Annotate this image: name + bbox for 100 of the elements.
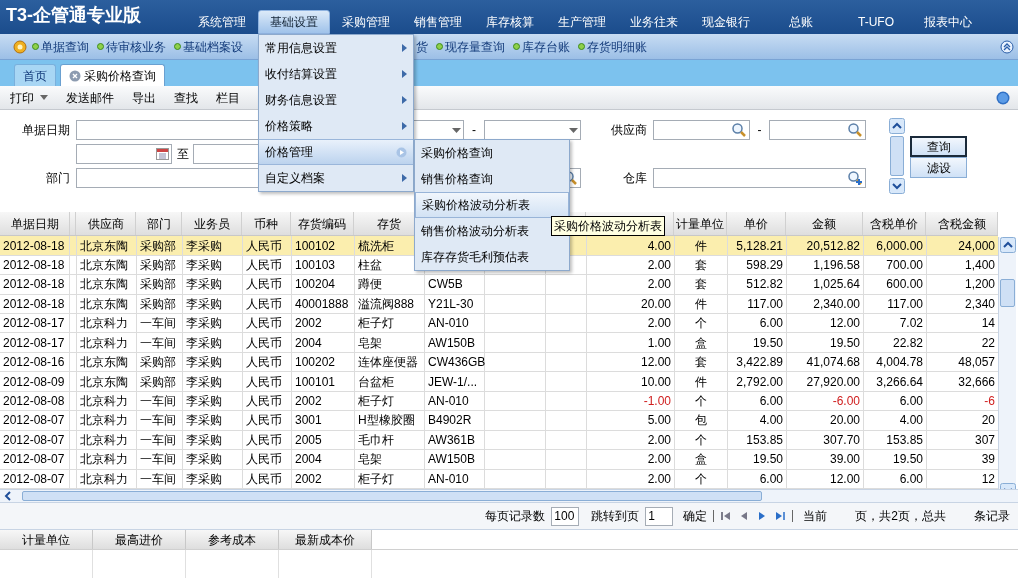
- table-cell-text: 3,422.89: [736, 354, 783, 372]
- table-cell-text: 20: [981, 412, 995, 430]
- table-cell-text: 采购部: [140, 373, 176, 391]
- table-cell-text: 2012-08-18: [3, 256, 65, 274]
- table-cell-text: 4.00: [759, 412, 783, 430]
- table-cell-text: 件: [695, 373, 707, 391]
- table-cell-text: 台盆柜: [358, 373, 394, 391]
- table-cell-text: 6.00: [759, 393, 783, 410]
- table-cell-text: 2012-08-18: [3, 295, 65, 313]
- table-cell-text: 蹲便: [358, 276, 382, 294]
- table-cell-text: Y21L-30: [428, 295, 474, 313]
- table-cell-text: 117.00: [747, 295, 783, 313]
- table-cell-text: 皂架: [358, 451, 382, 469]
- table-cell-text: 人民币: [246, 256, 282, 274]
- table-cell-text: 1,025.64: [813, 276, 860, 294]
- pager-label: 每页记录数: [485, 508, 546, 525]
- table-cell-text: 22: [981, 334, 995, 352]
- table-cell-text: 100204: [295, 276, 336, 294]
- table-cell-text: 48,057: [958, 354, 995, 372]
- table-cell-text: 件: [695, 237, 707, 255]
- table-cell-text: 人民币: [246, 276, 282, 294]
- table-cell-text: 22.82: [892, 334, 923, 352]
- table-cell-text: 件: [695, 295, 707, 313]
- table-cell-text: 1.00: [647, 334, 671, 352]
- table-cell-text: AN-010: [428, 315, 469, 333]
- table-cell-text: 李采购: [186, 412, 222, 430]
- table-cell-text: 北京科力: [80, 470, 128, 488]
- table-cell-text: 6.00: [899, 393, 923, 410]
- table-cell-text: 北京东陶: [80, 276, 128, 294]
- table-cell-text: 307: [974, 431, 995, 449]
- table-cell-text: 柜子灯: [358, 393, 394, 410]
- table-cell-text: 6.00: [899, 470, 923, 488]
- table-cell-text: 柜子灯: [358, 470, 394, 488]
- table-cell-text: 2.00: [647, 256, 671, 274]
- field-label: 供应商: [610, 122, 648, 139]
- table-cell-text: 2004: [295, 334, 322, 352]
- table-cell-text: 19.50: [752, 451, 783, 469]
- table-cell-text: 3001: [295, 412, 322, 430]
- table-cell-text: 一车间: [140, 470, 176, 488]
- table-cell-text: 2.00: [647, 451, 671, 469]
- tooltip: 采购价格波动分析表: [551, 216, 665, 236]
- table-cell-text: 北京东陶: [80, 354, 128, 372]
- table-cell-text: 39.00: [829, 451, 860, 469]
- table-cell-text: 20.00: [640, 295, 671, 313]
- table-cell-text: 北京东陶: [80, 237, 128, 255]
- table-cell-text: 人民币: [246, 451, 282, 469]
- table-cell-text: 李采购: [186, 315, 222, 333]
- table-cell-text: 李采购: [186, 470, 222, 488]
- field-label: 仓库: [622, 170, 648, 187]
- table-cell-text: CW5B: [428, 276, 463, 294]
- table-cell-text: 一车间: [140, 393, 176, 410]
- table-cell-text: 2.00: [647, 315, 671, 333]
- table-cell-text: 采购部: [140, 295, 176, 313]
- table-cell-text: 6.00: [759, 315, 783, 333]
- table-cell-text: 117.00: [887, 295, 923, 313]
- table-cell-text: 柜子灯: [358, 315, 394, 333]
- table-cell-text: 李采购: [186, 373, 222, 391]
- table-cell-text: 北京科力: [80, 393, 128, 410]
- table-cell-text: 2012-08-16: [3, 354, 65, 372]
- table-cell-text: 一车间: [140, 412, 176, 430]
- table-cell-text: 采购部: [140, 256, 176, 274]
- pager-label: 跳转到页: [591, 508, 640, 525]
- page-status: 页，共2页，总共: [855, 508, 946, 525]
- table-cell-text: 北京科力: [80, 431, 128, 449]
- app-logo: T3-企管通专业版: [6, 4, 141, 27]
- page-status: 条记录: [974, 508, 1010, 525]
- table-cell-text: 100202: [295, 354, 336, 372]
- table-cell-text: 梳洗柜: [358, 237, 394, 255]
- table-cell-text: 北京科力: [80, 334, 128, 352]
- table-cell-text: 李采购: [186, 431, 222, 449]
- table-cell-text: 307.70: [823, 431, 860, 449]
- table-cell-text: 套: [695, 354, 707, 372]
- table-cell-text: 采购部: [140, 237, 176, 255]
- table-cell-text: -6.00: [832, 393, 860, 410]
- table-cell-text: 李采购: [186, 256, 222, 274]
- table-cell-text: 14: [981, 315, 995, 333]
- table-cell-text: 39: [981, 451, 995, 469]
- table-cell-text: 12: [981, 470, 995, 488]
- table-cell-text: 人民币: [246, 237, 282, 255]
- table-cell-text: 毛巾杆: [358, 431, 394, 449]
- table-cell-text: AW150B: [428, 451, 475, 469]
- table-cell-text: 2012-08-07: [3, 451, 65, 469]
- table-cell-text: 512.82: [746, 276, 783, 294]
- table-cell-text: 1,196.58: [813, 256, 860, 274]
- table-cell-text: 2012-08-07: [3, 431, 65, 449]
- table-cell-text: 一车间: [140, 315, 176, 333]
- table-cell-text: 李采购: [186, 334, 222, 352]
- table-cell-text: 柱盆: [358, 256, 382, 274]
- table-cell-text: 100103: [295, 256, 336, 274]
- table-cell-text: 24,000: [958, 237, 995, 255]
- table-cell-text: 采购部: [140, 276, 176, 294]
- table-cell-text: 李采购: [186, 354, 222, 372]
- table-cell-text: 李采购: [186, 276, 222, 294]
- table-cell-text: 12.00: [829, 470, 860, 488]
- table-cell-text: 40001888: [295, 295, 349, 313]
- table-cell-text: 人民币: [246, 295, 282, 313]
- table-cell-text: 北京科力: [80, 451, 128, 469]
- table-cell-text: 包: [695, 412, 707, 430]
- table-cell-text: 2002: [295, 315, 322, 333]
- table-cell-text: AN-010: [428, 393, 469, 410]
